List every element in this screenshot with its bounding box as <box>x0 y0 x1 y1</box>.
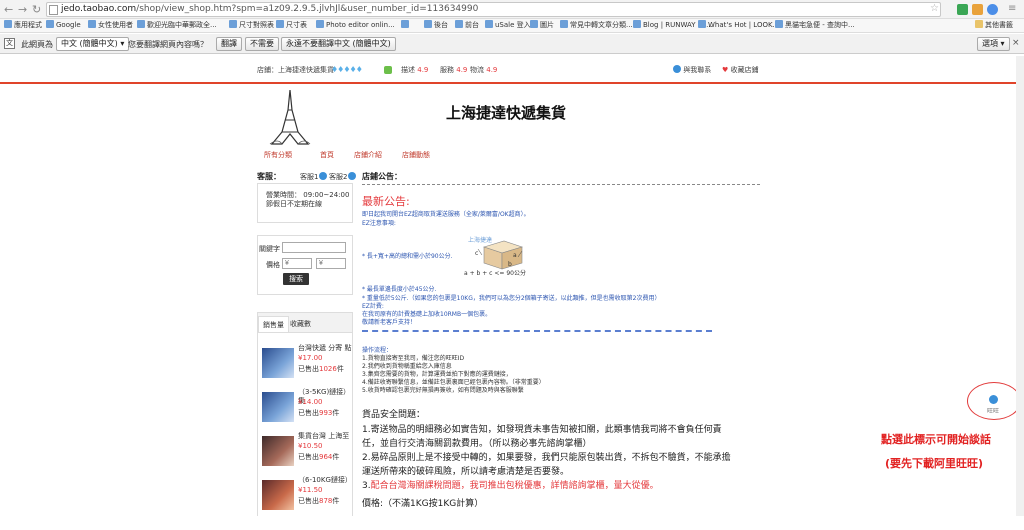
search-button[interactable]: 搜索 <box>283 273 309 285</box>
favorite-store-link[interactable]: ♥ 收藏店鋪 <box>722 56 759 84</box>
nav-store-intro[interactable]: 店鋪介紹 <box>354 150 382 160</box>
page-icon <box>49 5 58 15</box>
service-title: 客服： <box>257 172 281 181</box>
bookmark-item[interactable]: 常見中轉文章分類... <box>560 19 633 32</box>
close-icon[interactable]: × <box>1012 38 1020 48</box>
options-button[interactable]: 選項 ▾ <box>977 37 1010 51</box>
service-2-link[interactable]: 客服2 <box>329 172 357 182</box>
bookmark-item[interactable]: 歡迎光臨中華郵政全... <box>137 19 217 32</box>
service-1-link[interactable]: 客服1 <box>300 172 328 182</box>
tab-favorites[interactable]: 收藏數 <box>286 316 315 332</box>
wangwang-icon <box>673 65 681 73</box>
tab-sales[interactable]: 銷售量 <box>258 316 289 332</box>
store-badge-icon <box>384 66 392 74</box>
product-thumbnail[interactable] <box>262 480 294 510</box>
language-select[interactable]: 中文 (簡體中文) ▾ <box>56 37 130 51</box>
wangwang-chat-icon[interactable] <box>989 395 998 404</box>
contact-link[interactable]: 與我聯系 <box>672 56 711 84</box>
price-from-input[interactable] <box>282 258 312 269</box>
translate-icon: 文 <box>4 38 15 49</box>
service-panel: 營業時間： 09:00~24:00 節假日不定期在線 <box>257 183 353 223</box>
back-icon[interactable]: ← <box>4 3 13 16</box>
credit-diamonds: ♦♦♦♦♦ <box>331 65 363 74</box>
bookmark-item[interactable]: 後台 <box>424 19 448 32</box>
price-to-input[interactable] <box>316 258 346 269</box>
wangwang-icon <box>319 172 328 180</box>
bookmark-item[interactable]: uSale 登入 <box>485 19 531 32</box>
wangwang-label[interactable]: 旺旺 <box>987 406 999 415</box>
extension-icon[interactable] <box>957 4 968 15</box>
product-thumbnail[interactable] <box>262 436 294 466</box>
bookmarks-bar: 應用程式 Google 女性使用者 歡迎光臨中華郵政全... 尺寸對照表 尺寸表… <box>0 19 1024 33</box>
address-bar-row: ← → ↻ jedo.taobao.com/shop/view_shop.htm… <box>0 0 1024 19</box>
shop-info-bar: 店鋪：上海捷達快遞集貨 ♦♦♦♦♦ 描述 4.9 服務 4.9 物流 4.9 與… <box>0 56 1024 84</box>
nav-home[interactable]: 首頁 <box>320 150 334 160</box>
annotation-text: (要先下載阿里旺旺) <box>885 457 984 470</box>
forward-icon[interactable]: → <box>18 3 27 16</box>
nav-store-news[interactable]: 店鋪動態 <box>402 150 430 160</box>
bookmark-item[interactable]: What's Hot | LOOK... <box>698 19 779 32</box>
bookmark-folder[interactable]: 其他書籤 <box>975 19 1013 32</box>
divider <box>362 330 712 332</box>
annotation-text: 點選此標示可開始談話 <box>881 433 991 446</box>
product-item[interactable]: （6-10KG鏈接） ¥11.50 已售出878件 <box>258 474 352 530</box>
store-search-panel: 關鍵字 價格 <box>257 235 353 295</box>
extension-icon[interactable] <box>972 4 983 15</box>
notice-title: 店鋪公告： <box>362 172 402 181</box>
star-icon[interactable]: ☆ <box>930 3 939 14</box>
bookmark-item[interactable] <box>401 19 411 32</box>
reload-icon[interactable]: ↻ <box>32 3 41 16</box>
bookmark-item[interactable]: 黑貓宅急便 - 查詢中... <box>775 19 855 32</box>
keyword-input[interactable] <box>282 242 346 253</box>
no-translate-button[interactable]: 不需要 <box>245 37 279 51</box>
bookmark-item[interactable]: 尺寸表 <box>276 19 307 32</box>
bookmark-item[interactable]: 前台 <box>455 19 479 32</box>
bookmark-item[interactable]: 應用程式 <box>4 19 42 32</box>
nav-all-categories[interactable]: 所有分類 <box>264 150 292 160</box>
translate-button[interactable]: 翻譯 <box>216 37 242 51</box>
shop-logo <box>269 89 311 145</box>
heart-icon: ♥ <box>722 66 729 74</box>
bookmark-item[interactable]: 女性使用者 <box>88 19 133 32</box>
wangwang-icon <box>348 172 357 180</box>
scrollbar[interactable] <box>1016 56 1024 516</box>
shop-title: 上海捷達快遞集貨 <box>446 104 567 122</box>
latest-announcement-heading: 最新公告: <box>362 195 410 208</box>
menu-icon[interactable]: ≡ <box>1008 3 1016 14</box>
product-thumbnail[interactable] <box>262 348 294 378</box>
url-input[interactable]: jedo.taobao.com/shop/view_shop.htm?spm=a… <box>46 2 941 17</box>
chrome-icon[interactable] <box>987 4 998 15</box>
bookmark-item[interactable]: 圖片 <box>530 19 554 32</box>
bookmark-item[interactable]: Photo editor onlin... <box>316 19 395 32</box>
never-translate-button[interactable]: 永遠不要翻譯中文 (簡體中文) <box>281 37 396 51</box>
translate-bar: 文 此網頁為 中文 (簡體中文) ▾ 您要翻譯網頁內容嗎？ 翻譯 不需要 永遠不… <box>0 34 1024 54</box>
bookmark-item[interactable]: 尺寸對照表 <box>229 19 274 32</box>
bookmark-item[interactable]: Google <box>46 19 81 32</box>
divider <box>362 184 760 185</box>
product-thumbnail[interactable] <box>262 392 294 422</box>
